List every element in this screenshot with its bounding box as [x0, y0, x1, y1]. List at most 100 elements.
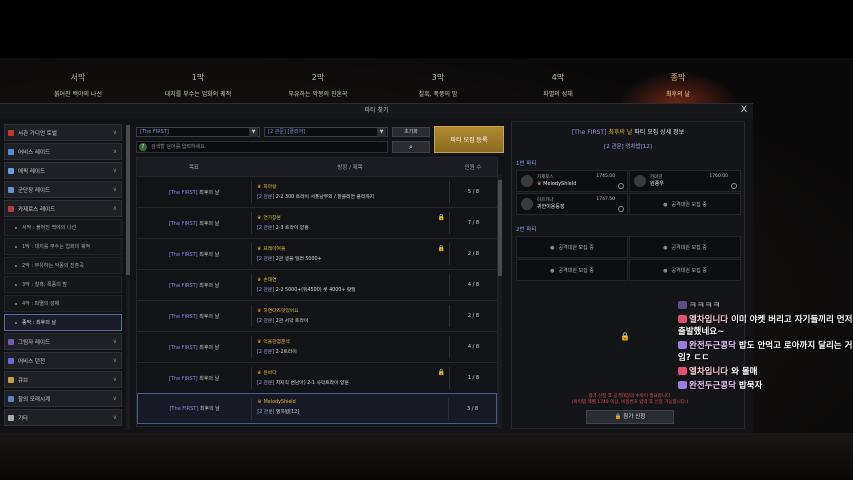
party-title: [2 관문] 2-2트라이	[257, 348, 449, 355]
row-leader-title: ♛ 하연다즈맛있어요 [2 관문] 2관 서막 트라이	[251, 305, 449, 327]
leader-name: 하연다즈맛있어요	[263, 309, 299, 314]
row-goal: [The FIRST] 최후의 날	[137, 282, 251, 289]
table-row[interactable]: [The FIRST] 최후의 날 ♛ 프레이여울 [2 관문] 2관 생물 딜러 5…	[137, 238, 497, 269]
sidebar-item-guardian[interactable]: 서관 가디언 토벌 ∨	[4, 124, 122, 141]
table-rows: [The FIRST] 최후의 날 ♛ 화마왕 [2 관문] 2-2 300 트라이 …	[137, 176, 497, 424]
leader: ♛ MelodyShield	[257, 400, 448, 405]
sidebar-item-hourglass[interactable]: 할의 모래시계 ∨	[4, 390, 122, 407]
sidebar-subitem-selected[interactable]: 종막 : 최후의 날	[4, 314, 122, 331]
reset-button[interactable]: 초기화	[392, 127, 430, 137]
chevron-down-icon: ▼	[377, 128, 386, 137]
member-count: 4 / 8	[449, 274, 497, 296]
act-subtitle: 부유하는 악몽의 진혼곡	[288, 91, 348, 98]
crown-icon: ♛	[257, 309, 262, 314]
help-icon: ?	[139, 143, 147, 151]
inspect-icon[interactable]	[731, 183, 737, 189]
more-icon	[8, 414, 14, 421]
sidebar-subitem[interactable]: 3막 : 칠흑, 폭풍의 밤	[4, 276, 122, 293]
chat-username[interactable]: 완전두근콩닥	[689, 381, 736, 391]
party-title-text: 2-3 트라이 양홍	[275, 226, 309, 231]
leader-name: 연가창론	[263, 216, 281, 221]
apply-note: 참가 신청 후 공격대장의 수락이 필요합니다. (아이템 레벨 1740 이상,…	[532, 394, 728, 406]
sidebar-subitem[interactable]: 1막 : 대지를 부수는 업화의 궤적	[4, 238, 122, 255]
bullet-icon	[15, 321, 17, 324]
raid-select[interactable]: [The FIRST] ▼	[136, 127, 260, 137]
sidebar-item-kazeros-raid[interactable]: 카제로스 레이드 ∧	[4, 200, 122, 217]
search-input[interactable]: ? 검색할 단어를 입력하세요.	[136, 141, 388, 153]
member-slot[interactable]: 카이란 원종우 1760.00	[629, 170, 741, 192]
table-row[interactable]: [The FIRST] 최후의 날 ♛ 화마왕 [2 관문] 2-2 300 트라이 …	[137, 176, 497, 207]
top-letterbox	[0, 0, 853, 58]
sidebar-subitem-label: 종막 : 최후의 날	[22, 320, 57, 326]
leader: ♛ 프레이여울	[257, 245, 449, 252]
member-count: 3 / 8	[448, 397, 496, 420]
table-row[interactable]: [The FIRST] 최후의 날 ♛ MelodyShield [2 관문] 엉차밥…	[137, 393, 497, 424]
chevron-down-icon: ∨	[112, 395, 117, 402]
legion-raid-icon	[8, 186, 14, 193]
table-header: 목표 방장 / 제목 인원 수	[137, 158, 497, 176]
goal-text: 최후의 날	[199, 406, 220, 412]
leader-name: 억울한염준석	[263, 340, 290, 345]
gate-label: [2 관문]	[257, 319, 275, 324]
gate-label: [2 관문]	[257, 195, 275, 200]
register-party-button[interactable]: 파티 모집 등록	[434, 126, 504, 153]
chevron-down-icon: ∨	[112, 148, 117, 155]
column-header-count[interactable]: 인원 수	[449, 163, 497, 171]
leader-name: 화마왕	[263, 185, 277, 190]
class-icon	[521, 198, 533, 210]
table-row[interactable]: [The FIRST] 최후의 날 ♛ 연가창론 [2 관문] 2-3 트라이 양홍 🔒…	[137, 207, 497, 238]
column-header-goal[interactable]: 목표	[137, 163, 251, 171]
badge-icon	[678, 367, 687, 375]
table-scrollbar[interactable]	[498, 174, 502, 429]
table-row[interactable]: [The FIRST] 최후의 날 ♛ 하연다즈맛있어요 [2 관문] 2관 서막 트…	[137, 300, 497, 331]
table-row[interactable]: [The FIRST] 최후의 날 ♛ 윤바다 [2 관문] 치지직 변남아) 2-1…	[137, 362, 497, 393]
sidebar-item-abyss-raid[interactable]: 어비스 레이드 ∨	[4, 143, 122, 160]
sidebar-subitem[interactable]: 4막 : 파멸의 성채	[4, 295, 122, 312]
difficulty-select[interactable]: [2 관문] [클리어] ▼	[264, 127, 388, 137]
leader: ♛ 억울한염준석	[257, 338, 449, 345]
member-count: 2 / 8	[449, 243, 497, 265]
scrollbar-thumb[interactable]	[126, 125, 130, 275]
detail-raid-tag: [The FIRST]	[571, 129, 607, 136]
sidebar-item-label: 에픽 레이드	[18, 168, 46, 175]
crown-icon: ♛	[257, 185, 262, 190]
sidebar-item-epic-raid[interactable]: 에픽 레이드 ∨	[4, 162, 122, 179]
table-row[interactable]: [The FIRST] 최후의 날 ♛ 손태연 [2 관문] 2-2 5000+(뒤4…	[137, 269, 497, 300]
chat-username[interactable]: 엘차입니다	[689, 315, 728, 325]
sidebar-item-shadow-raid[interactable]: 그림자 레이드 ∨	[4, 333, 122, 350]
sidebar-item-cube[interactable]: 큐브 ∨	[4, 371, 122, 388]
sidebar-scrollbar[interactable]	[126, 125, 130, 430]
sidebar-subitem[interactable]: 2막 : 부유하는 악몽의 진혼곡	[4, 257, 122, 274]
chat-username[interactable]: 엘차입니다	[689, 367, 728, 377]
close-icon[interactable]: X	[741, 105, 747, 115]
search-button[interactable]: ⌕	[392, 141, 430, 153]
sidebar-subitem[interactable]: 서막 : 붉어진 백야의 나선	[4, 219, 122, 236]
raid-tag: [The FIRST]	[168, 282, 198, 289]
chevron-down-icon: ∨	[112, 376, 117, 383]
apply-button-label: 참가 신청	[623, 414, 646, 420]
member-slot[interactable]: 아르카나 귀한이용등장 1747.50	[516, 193, 628, 215]
apply-button[interactable]: 🔒 참가 신청	[586, 410, 674, 424]
sidebar-item-abyss-dungeon[interactable]: 어비스 던전 ∨	[4, 352, 122, 369]
inspect-icon[interactable]	[618, 183, 624, 189]
sidebar-item-etc[interactable]: 기타 ∨	[4, 409, 122, 426]
empty-slot: ● 공격대원 모집 중	[629, 259, 741, 281]
detail-event: 최후의 날	[608, 129, 633, 136]
member-count: 1 / 8	[449, 367, 497, 389]
member-slot[interactable]: 카제로스 ♛ MelodyShield 1745.00	[516, 170, 628, 192]
act-subtitle: 최후의 날	[666, 91, 690, 98]
sidebar-item-legion-raid[interactable]: 군단장 레이드 ∨	[4, 181, 122, 198]
chat-message: 엘차입니다 와 몰매	[678, 366, 853, 378]
raid-tag: [The FIRST]	[168, 344, 198, 351]
party-title: [2 관문] 엉차밥[12]	[257, 408, 448, 415]
scrollbar-thumb[interactable]	[498, 180, 502, 276]
column-header-leader-title[interactable]: 방장 / 제목	[251, 163, 449, 171]
act-subtitle: 칠흑, 폭풍의 밤	[418, 91, 458, 98]
chevron-down-icon: ∨	[112, 129, 117, 136]
act-subtitle: 파멸의 성채	[543, 91, 573, 98]
party-title: [2 관문] 치지직 변남아) 2-1 사막트라이 양훈	[257, 379, 449, 386]
table-row[interactable]: [The FIRST] 최후의 날 ♛ 억울한염준석 [2 관문] 2-2트라이 4 /…	[137, 331, 497, 362]
chat-username[interactable]: 완전두근콩닥	[689, 341, 736, 351]
member-count: 5 / 8	[449, 181, 497, 203]
inspect-icon[interactable]	[618, 206, 624, 212]
